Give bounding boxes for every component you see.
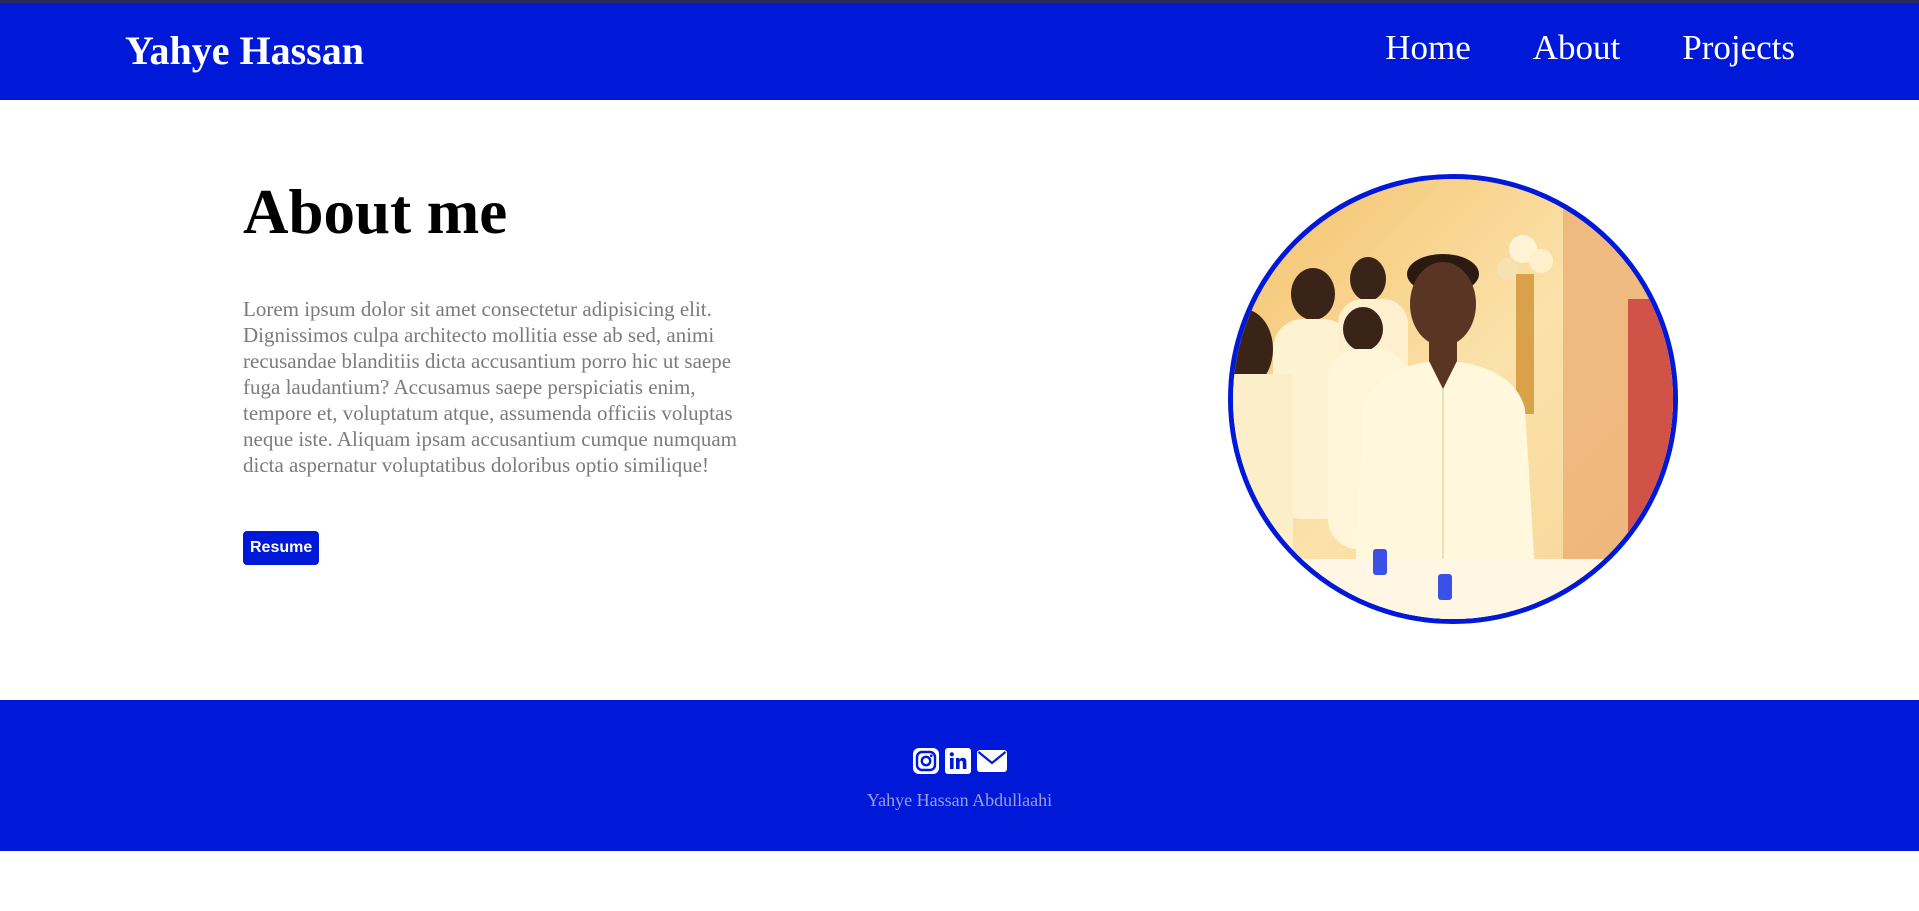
nav-home-link[interactable]: Home xyxy=(1385,27,1471,69)
instagram-icon xyxy=(912,748,940,779)
site-header: Yahye Hassan Home About Projects xyxy=(0,3,1919,100)
mail-link[interactable] xyxy=(976,747,1008,780)
about-section: About me Lorem ipsum dolor sit amet cons… xyxy=(0,100,1919,700)
nav-projects-link[interactable]: Projects xyxy=(1682,27,1795,69)
site-footer: Yahye Hassan Abdullaahi xyxy=(0,700,1919,851)
mail-icon xyxy=(976,750,1008,779)
linkedin-link[interactable] xyxy=(944,747,972,780)
about-title: About me xyxy=(243,177,508,247)
profile-photo xyxy=(1228,174,1678,624)
site-brand[interactable]: Yahye Hassan xyxy=(125,27,364,75)
footer-name: Yahye Hassan Abdullaahi xyxy=(866,790,1053,810)
linkedin-icon xyxy=(944,748,972,779)
instagram-link[interactable] xyxy=(912,747,940,780)
profile-photo-illustration xyxy=(1233,179,1673,619)
social-links xyxy=(0,747,1919,780)
main-nav: Home About Projects xyxy=(1385,27,1795,69)
nav-about-link[interactable]: About xyxy=(1533,27,1621,69)
resume-button[interactable]: Resume xyxy=(243,531,320,565)
about-paragraph: Lorem ipsum dolor sit amet consectetur a… xyxy=(243,297,737,477)
